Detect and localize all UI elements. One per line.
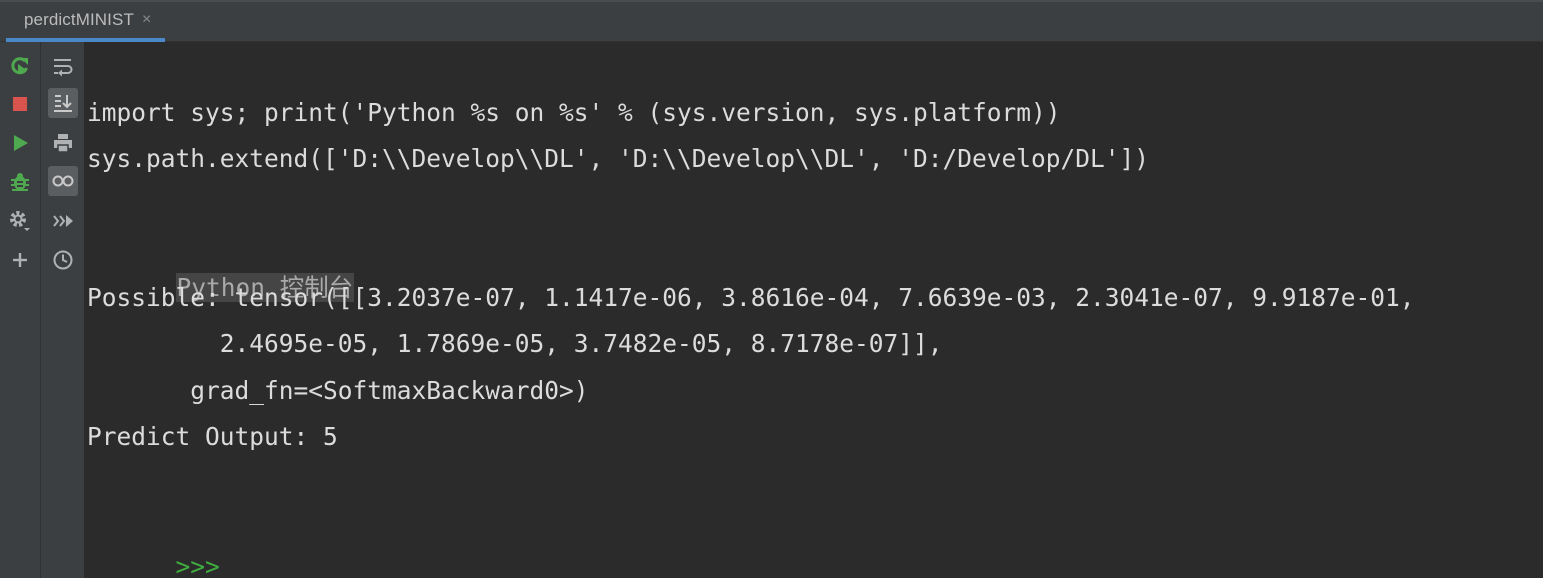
run-button[interactable] [5, 128, 35, 158]
rerun-button[interactable] [5, 51, 35, 81]
print-button[interactable] [48, 128, 78, 158]
add-button[interactable] [5, 245, 35, 275]
python-console-window: perdictMINIST × import sys; print('Pytho… [0, 0, 1543, 578]
console-banner-row: Python 控制台 [87, 234, 355, 302]
console-output[interactable]: import sys; print('Python %s on %s' % (s… [85, 42, 1543, 578]
show-variables-icon [52, 175, 74, 187]
console-line-predict: Predict Output: 5 [87, 422, 338, 451]
soft-wrap-icon [54, 59, 73, 77]
console-line-import: import sys; print('Python %s on %s' % (s… [87, 98, 1061, 127]
tab-perdictminist[interactable]: perdictMINIST × [6, 2, 166, 42]
rerun-icon [11, 57, 28, 75]
tab-title: perdictMINIST [24, 10, 134, 29]
console-line-grad-fn: grad_fn=<SoftmaxBackward0>) [87, 376, 589, 405]
soft-wrap-button[interactable] [48, 51, 78, 81]
tab-bar: perdictMINIST × [0, 0, 1543, 42]
console-line-possible: Possible: tensor([[3.2037e-07, 1.1417e-0… [87, 283, 1415, 312]
settings-button[interactable] [5, 206, 35, 236]
scroll-to-end-button[interactable] [48, 88, 78, 118]
console-line-possible-cont: 2.4695e-05, 1.7869e-05, 3.7482e-05, 8.71… [87, 329, 943, 358]
add-icon [13, 253, 27, 267]
execute-icon [53, 215, 73, 227]
console-view-toolbar [41, 42, 85, 578]
run-icon [14, 135, 28, 151]
close-icon[interactable]: × [142, 11, 151, 29]
console-line-syspath: sys.path.extend(['D:\\Develop\\DL', 'D:\… [87, 144, 1150, 173]
debug-icon [11, 173, 29, 191]
settings-icon [10, 211, 30, 231]
stop-button[interactable] [5, 89, 35, 119]
debug-button[interactable] [5, 167, 35, 197]
print-icon [54, 134, 72, 153]
stop-icon [13, 97, 27, 111]
console-input-row[interactable]: >>> [87, 513, 220, 578]
execute-button[interactable] [48, 206, 78, 236]
show-variables-button[interactable] [48, 166, 78, 196]
history-icon [53, 250, 73, 270]
console-prompt: >>> [175, 552, 220, 578]
console-action-toolbar [0, 42, 41, 578]
scroll-to-end-icon [54, 95, 72, 112]
history-button[interactable] [48, 245, 78, 275]
